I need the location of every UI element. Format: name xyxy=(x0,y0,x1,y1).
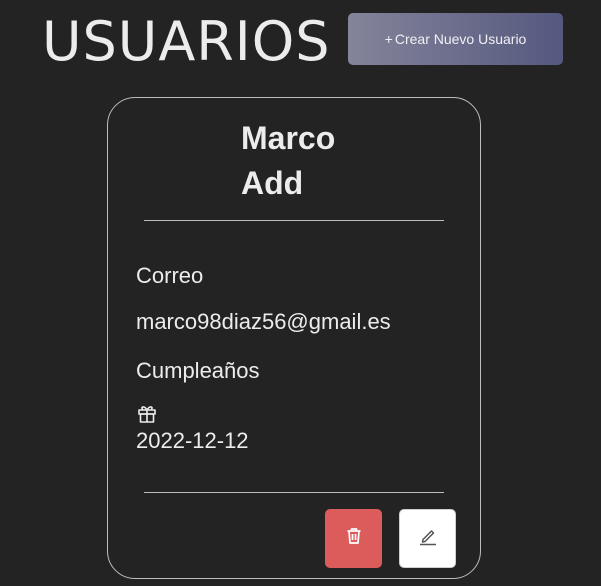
edit-user-button[interactable] xyxy=(399,509,456,568)
card-divider-bottom xyxy=(144,492,444,493)
user-first-name: Marco xyxy=(241,120,336,156)
trash-icon xyxy=(345,527,363,550)
gift-icon xyxy=(137,404,157,424)
user-name: Marco Add xyxy=(241,116,371,206)
page-title: USUARIOS xyxy=(42,10,331,73)
users-page: USUARIOS + Crear Nuevo Usuario Marco Add… xyxy=(0,0,601,586)
create-user-button-label: Crear Nuevo Usuario xyxy=(394,31,527,47)
card-divider-top xyxy=(144,220,444,221)
birthday-value: 2022-12-12 xyxy=(136,428,249,453)
email-value: marco98diaz56@gmail.es xyxy=(136,309,391,334)
create-user-button[interactable]: + Crear Nuevo Usuario xyxy=(348,13,563,65)
birthday-label: Cumpleaños xyxy=(136,358,260,383)
email-label: Correo xyxy=(136,263,204,288)
plus-icon: + xyxy=(384,31,393,47)
pencil-icon xyxy=(418,526,438,551)
user-card: Marco Add Correo marco98diaz56@gmail.es … xyxy=(107,97,481,579)
delete-user-button[interactable] xyxy=(325,509,382,568)
user-last-name: Add xyxy=(241,165,304,201)
